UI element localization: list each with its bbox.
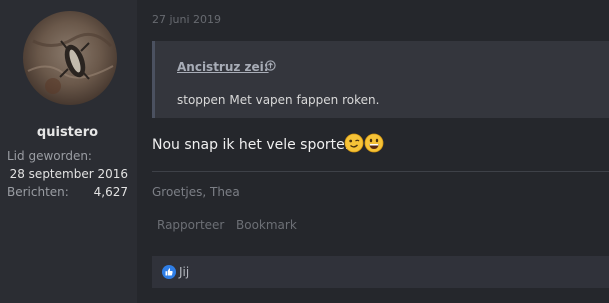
post-main: 27 juni 2019 Ancistruz zei: stoppen Met …	[137, 0, 609, 303]
report-link[interactable]: Rapporteer	[157, 218, 224, 232]
joined-label: Lid geworden:	[7, 149, 92, 163]
posts-label: Berichten:	[7, 185, 69, 199]
grinning-face-icon	[364, 133, 384, 153]
wink-face-icon	[344, 133, 364, 153]
avatar[interactable]	[23, 11, 117, 105]
quote-text: stoppen Met vapen fappen roken.	[177, 93, 380, 107]
bookmark-link[interactable]: Bookmark	[236, 218, 297, 232]
reactions-bar: Jij	[152, 256, 609, 288]
user-column: quistero Lid geworden: 28 september 2016…	[0, 0, 135, 303]
joined-value: 28 september 2016	[9, 167, 128, 181]
arrow-up-circle-icon[interactable]	[265, 60, 276, 71]
like-icon[interactable]	[162, 265, 176, 279]
quote-author-link[interactable]: Ancistruz zei:	[177, 60, 269, 74]
signature: Groetjes, Thea	[152, 185, 240, 199]
post-date[interactable]: 27 juni 2019	[152, 13, 221, 26]
quote-block: Ancistruz zei: stoppen Met vapen fappen …	[152, 41, 609, 118]
reaction-users-link[interactable]: Jij	[179, 265, 189, 279]
post-body-text: Nou snap ik het vele sporten	[152, 137, 354, 153]
signature-divider	[152, 171, 609, 172]
username[interactable]: quistero	[0, 125, 135, 140]
posts-value: 4,627	[93, 185, 128, 199]
